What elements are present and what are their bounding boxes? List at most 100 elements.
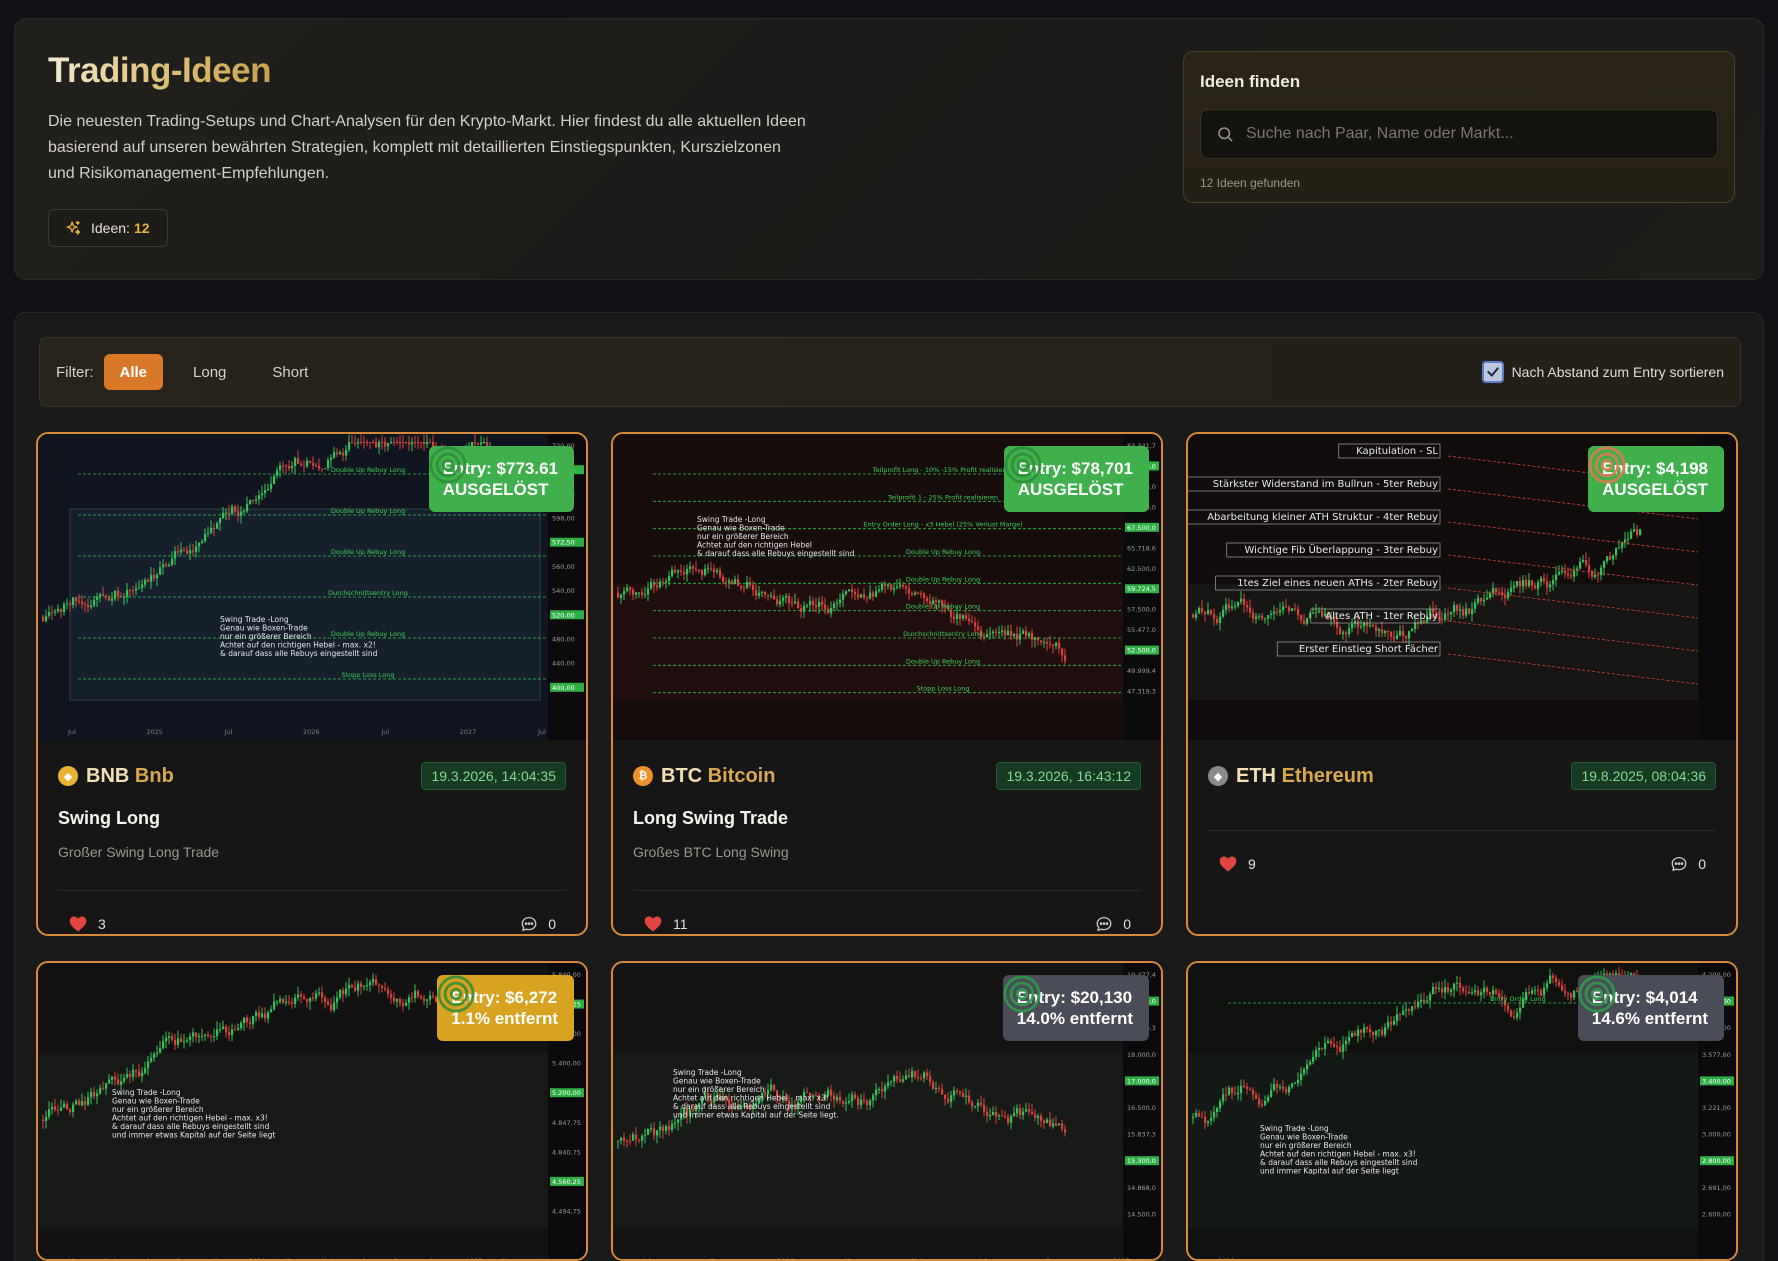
candle	[1366, 1025, 1369, 1033]
price-axis-label: 572,50	[552, 539, 575, 547]
candle	[222, 1020, 225, 1030]
chart-level-label: Double Up Rebuy Long	[331, 466, 405, 474]
asset-name[interactable]: ETH Ethereum	[1236, 765, 1374, 788]
candle	[264, 483, 267, 499]
search-input[interactable]	[1246, 125, 1717, 143]
candle	[333, 446, 336, 459]
filter-all-button[interactable]: Alle	[103, 354, 164, 390]
search-title: Ideen finden	[1200, 72, 1301, 91]
candle	[372, 973, 375, 987]
date-badge: 19.8.2025, 08:04:36	[1571, 762, 1716, 790]
candle	[1549, 968, 1552, 984]
filter-long-button[interactable]: Long	[177, 354, 242, 390]
price-axis-label: 4.840,75	[552, 1148, 581, 1156]
comment-icon[interactable]	[1095, 915, 1113, 933]
idea-card[interactable]: 5.840,005.737,255.600,005.400,005.200,00…	[36, 961, 588, 1261]
comment-icon[interactable]	[1670, 855, 1688, 873]
comment-stat[interactable]: 0	[1670, 855, 1706, 873]
asset-symbol: BTC	[661, 764, 703, 787]
bnb-icon: ◆	[58, 766, 78, 786]
sort-by-entry-toggle[interactable]: Nach Abstand zum Entry sortieren	[1481, 361, 1724, 383]
candle	[306, 998, 309, 1008]
candle	[1555, 974, 1558, 987]
candle	[671, 565, 674, 578]
candle	[369, 441, 372, 449]
heart-icon[interactable]	[1218, 854, 1238, 874]
candle	[270, 1005, 273, 1013]
candle	[261, 485, 264, 501]
idea-card[interactable]: Kapitulation - SL Stärkster Widerstand im…	[1186, 432, 1738, 936]
sort-checkbox[interactable]	[1481, 361, 1504, 383]
candle	[384, 982, 387, 992]
heart-icon[interactable]	[643, 914, 663, 934]
candle	[1615, 547, 1618, 560]
candle	[426, 998, 429, 1009]
candle	[264, 1007, 267, 1023]
candle	[279, 461, 282, 478]
candle	[1528, 572, 1531, 588]
candle	[366, 978, 369, 991]
candle	[1561, 979, 1564, 992]
candle	[1354, 1029, 1357, 1036]
chart-level-label: 1tes Ziel eines neuen ATHs - 2ter Rebuy	[1237, 578, 1438, 589]
chart-level-label: Double Up Rebuy Long	[906, 603, 980, 611]
candle	[1429, 991, 1432, 1009]
candle	[1480, 988, 1483, 1002]
price-axis-label: 15.300,0	[1127, 1157, 1156, 1165]
idea-card[interactable]: Double Up Rebuy Long Double Up Rebuy Long…	[36, 432, 588, 936]
asset-name[interactable]: BTC Bitcoin	[661, 765, 775, 788]
candle	[1558, 979, 1561, 988]
like-count: 9	[1248, 856, 1256, 872]
candle	[1390, 1016, 1393, 1032]
search-icon	[1218, 127, 1233, 142]
candle	[483, 437, 486, 444]
divider	[633, 890, 1141, 891]
idea-card[interactable]: 19.477,419.000,018.480,318.000,017.000,0…	[611, 961, 1163, 1261]
candle	[1486, 985, 1489, 996]
comment-count: 0	[548, 916, 556, 932]
candle	[366, 439, 369, 447]
candle	[387, 986, 390, 999]
candle	[255, 495, 258, 505]
candle	[204, 1033, 207, 1042]
price-axis-label: 5.200,00	[552, 1089, 581, 1097]
comment-stat[interactable]: 0	[1095, 915, 1131, 933]
candle	[300, 461, 303, 467]
price-axis-label: 62.500,0	[1127, 565, 1156, 573]
candle	[327, 457, 330, 472]
candle	[1378, 1029, 1381, 1038]
chart-preview: Double Up Rebuy Long Double Up Rebuy Long…	[38, 434, 586, 740]
asset-name[interactable]: BNB Bnb	[86, 765, 174, 788]
candle	[1327, 1037, 1330, 1044]
idea-title[interactable]: Long Swing Trade	[633, 808, 788, 829]
idea-title[interactable]: Swing Long	[58, 808, 160, 829]
candle	[1417, 994, 1420, 1010]
time-axis-label: Mrz	[844, 1257, 856, 1261]
search-box[interactable]	[1200, 109, 1718, 159]
candle	[249, 499, 252, 505]
comment-icon[interactable]	[520, 915, 538, 933]
candle	[348, 977, 351, 997]
candle	[423, 434, 426, 452]
idea-card[interactable]: Entry Order Long4.200,004.013,603.800,00…	[1186, 961, 1738, 1261]
candle	[1468, 607, 1471, 615]
candle	[360, 980, 363, 995]
candle	[1585, 552, 1588, 568]
filter-short-button[interactable]: Short	[256, 354, 324, 390]
candle	[354, 980, 357, 993]
heart-icon[interactable]	[68, 914, 88, 934]
price-axis-label: 14.868,0	[1127, 1184, 1156, 1192]
candle	[270, 476, 273, 493]
candle	[1375, 1030, 1378, 1040]
candle	[261, 1007, 264, 1019]
entry-badge: Entry: $6,272 1.1% entfernt	[437, 975, 574, 1041]
comment-stat[interactable]: 0	[520, 915, 556, 933]
candle	[1393, 1015, 1396, 1026]
candle	[1519, 1001, 1522, 1020]
idea-card[interactable]: Teilprofit Long - 10% -15% Profit realis…	[611, 432, 1163, 936]
candle	[171, 1032, 174, 1042]
candle	[1639, 528, 1642, 537]
chart-level-label: Stopp Loss Long	[341, 671, 394, 679]
time-axis-label: Nov	[213, 1257, 226, 1261]
chart-level-label: Stopp Loss Long	[916, 685, 969, 693]
